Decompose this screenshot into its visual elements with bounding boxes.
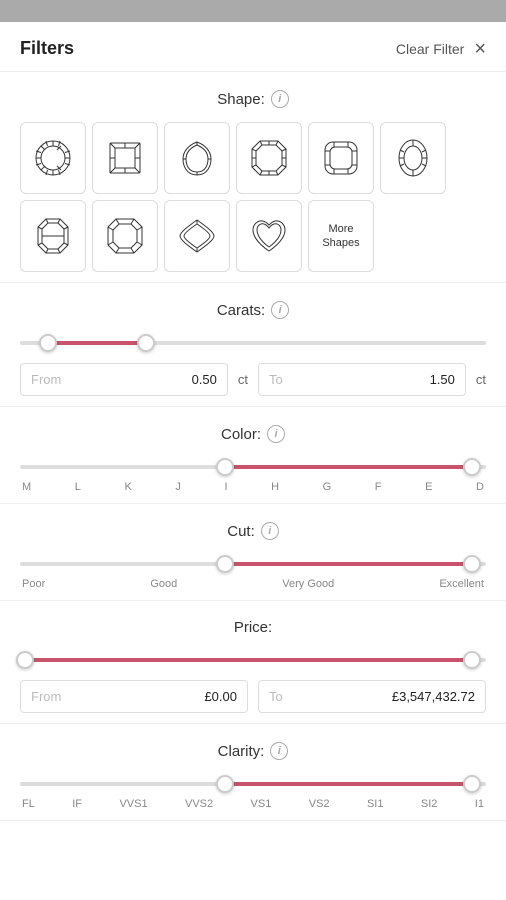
color-section: Color: i M L K J I H G F E D (0, 407, 506, 504)
shape-marquise[interactable] (164, 200, 230, 272)
clarity-label: Clarity: i (20, 742, 486, 760)
shape-emerald[interactable] (20, 200, 86, 272)
filter-header: Filters Clear Filter × (0, 22, 506, 72)
color-thumb-left[interactable] (216, 458, 234, 476)
price-label: Price: (20, 619, 486, 636)
shape-radiant[interactable] (236, 122, 302, 194)
panel-title: Filters (20, 38, 74, 59)
clarity-section: Clarity: i FL IF VVS1 VVS2 VS1 VS2 SI1 S… (0, 724, 506, 821)
carats-info-icon[interactable]: i (271, 301, 289, 319)
cut-info-icon[interactable]: i (261, 522, 279, 540)
clear-filter-button[interactable]: Clear Filter (396, 41, 464, 57)
more-shapes-button[interactable]: More Shapes (308, 200, 374, 272)
price-from-input[interactable]: From £0.00 (20, 680, 248, 713)
cut-labels: Poor Good Very Good Excellent (20, 578, 486, 590)
color-info-icon[interactable]: i (267, 425, 285, 443)
clarity-thumb-left[interactable] (216, 775, 234, 793)
cut-thumb-right[interactable] (463, 555, 481, 573)
shape-info-icon[interactable]: i (271, 90, 289, 108)
clarity-info-icon[interactable]: i (270, 742, 288, 760)
shape-grid: More Shapes (20, 122, 486, 272)
shape-round[interactable] (20, 122, 86, 194)
filter-panel: Filters Clear Filter × Shape: i (0, 0, 506, 900)
color-labels: M L K J I H G F E D (20, 481, 486, 493)
close-button[interactable]: × (474, 39, 486, 59)
color-thumb-right[interactable] (463, 458, 481, 476)
price-fill (25, 658, 472, 662)
cut-fill (225, 562, 472, 566)
color-slider[interactable] (20, 457, 486, 477)
carats-thumb-right[interactable] (137, 334, 155, 352)
color-fill (225, 465, 472, 469)
cut-section: Cut: i Poor Good Very Good Excellent (0, 504, 506, 601)
carats-label: Carats: i (20, 301, 486, 319)
shape-cushion[interactable] (308, 122, 374, 194)
price-thumb-right[interactable] (463, 651, 481, 669)
carats-to-input[interactable]: To 1.50 (258, 363, 466, 396)
shape-label: Shape: i (20, 90, 486, 108)
clarity-fill (225, 782, 472, 786)
header-actions: Clear Filter × (396, 39, 486, 59)
color-label: Color: i (20, 425, 486, 443)
price-section: Price: From £0.00 To £3,547,432.72 (0, 601, 506, 724)
price-to-input[interactable]: To £3,547,432.72 (258, 680, 486, 713)
carats-input-row: From 0.50 ct To 1.50 ct (20, 363, 486, 396)
top-bar (0, 0, 506, 22)
carats-thumb-left[interactable] (39, 334, 57, 352)
shape-heart[interactable] (236, 200, 302, 272)
carats-slider[interactable] (20, 333, 486, 353)
shape-princess[interactable] (92, 122, 158, 194)
cut-slider[interactable] (20, 554, 486, 574)
price-thumb-left[interactable] (16, 651, 34, 669)
price-input-row: From £0.00 To £3,547,432.72 (20, 680, 486, 713)
clarity-slider[interactable] (20, 774, 486, 794)
shape-section: Shape: i (0, 72, 506, 283)
shape-oval[interactable] (380, 122, 446, 194)
clarity-labels: FL IF VVS1 VVS2 VS1 VS2 SI1 SI2 I1 (20, 798, 486, 810)
carats-from-input[interactable]: From 0.50 (20, 363, 228, 396)
cut-label: Cut: i (20, 522, 486, 540)
clarity-thumb-right[interactable] (463, 775, 481, 793)
carats-section: Carats: i From 0.50 ct To 1.50 ct (0, 283, 506, 407)
shape-asscher[interactable] (92, 200, 158, 272)
carats-fill (48, 341, 146, 345)
price-slider[interactable] (20, 650, 486, 670)
cut-thumb-left[interactable] (216, 555, 234, 573)
shape-pear[interactable] (164, 122, 230, 194)
